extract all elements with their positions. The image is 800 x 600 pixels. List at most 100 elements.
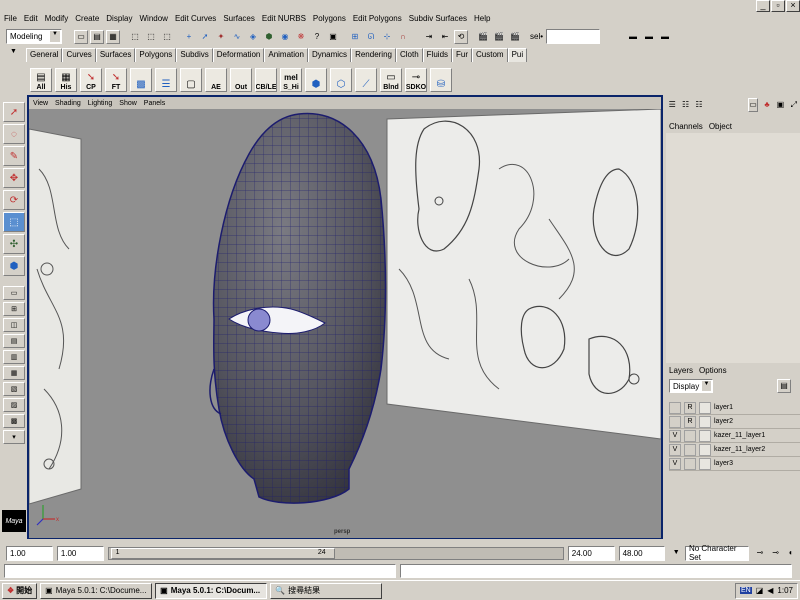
taskbar-item-maya-2[interactable]: ▣ Maya 5.0.1: C:\Docum... xyxy=(155,582,268,599)
rotate-tool-icon[interactable]: ⟳ xyxy=(3,190,25,210)
layer-visibility-toggle[interactable] xyxy=(669,415,681,428)
viewport-menu-item[interactable]: Lighting xyxy=(88,100,113,107)
menu-set-dropdown[interactable]: Modeling ▼ xyxy=(6,29,62,44)
shelf-button[interactable]: ⬢ xyxy=(305,68,327,92)
shelf-button[interactable]: ⟋ xyxy=(355,68,377,92)
layout-two-pane-icon[interactable]: ◫ xyxy=(3,318,25,332)
channel-box-layout-icon[interactable]: ☰ xyxy=(668,98,676,112)
deformer-mask-icon[interactable]: ⬢ xyxy=(262,30,276,44)
channel-box-menu-item[interactable]: Channels xyxy=(669,122,703,131)
select-tool-icon[interactable]: ➚ xyxy=(3,102,25,122)
new-scene-icon[interactable]: ▭ xyxy=(74,29,88,44)
layer-row[interactable]: Vkazer_11_layer2 xyxy=(669,443,800,457)
shelf-tab[interactable]: Fur xyxy=(452,48,473,62)
menu-item[interactable]: Edit xyxy=(24,14,38,23)
viewport-menu-item[interactable]: Panels xyxy=(144,100,165,107)
render-mask-icon[interactable]: ❋ xyxy=(294,30,308,44)
misc-mask-icon[interactable]: ? xyxy=(310,30,324,44)
tool-settings-toggle-icon[interactable]: ▬ xyxy=(642,30,656,44)
layer-row[interactable]: Vlayer3 xyxy=(669,457,800,471)
shelf-button[interactable]: ▩ xyxy=(130,68,152,92)
menu-item[interactable]: Window xyxy=(140,14,168,23)
last-tool-icon[interactable]: ⬢ xyxy=(3,256,25,276)
shelf-button[interactable]: ☰ xyxy=(155,68,177,92)
shelf-button[interactable]: ▤ All xyxy=(30,68,52,92)
layer-row[interactable]: Rlayer2 xyxy=(669,415,800,429)
menu-item[interactable]: Create xyxy=(75,14,99,23)
layout-graph-pane-icon[interactable]: ▥ xyxy=(3,350,25,364)
shelf-tab[interactable]: Cloth xyxy=(395,48,423,62)
range-end-field[interactable]: 24.00 xyxy=(567,545,615,561)
shelf-button[interactable]: ➘ CP xyxy=(80,68,102,92)
taskbar-item-search[interactable]: 🔍 搜尋結果 xyxy=(270,582,383,599)
pick-mask-arrow-icon[interactable]: ➚ xyxy=(198,30,212,44)
shelf-tab[interactable]: Deformation xyxy=(212,48,265,62)
language-indicator[interactable]: EN xyxy=(739,587,752,594)
shelf-button[interactable]: CB/LE xyxy=(255,68,277,92)
layer-color-swatch[interactable] xyxy=(699,401,711,414)
head-mesh[interactable] xyxy=(209,112,387,504)
auto-key-icon[interactable]: ⊸ xyxy=(769,546,783,560)
layout-hypershade-pane-icon[interactable]: ▦ xyxy=(3,366,25,380)
layer-row[interactable]: Vkazer_11_layer1 xyxy=(669,429,800,443)
layer-reference-toggle[interactable]: R xyxy=(684,415,696,428)
manipulator-tool-icon[interactable]: ✣ xyxy=(3,234,25,254)
snap-curve-icon[interactable]: ᘏ xyxy=(364,30,378,44)
volume-icon[interactable]: ◀ xyxy=(767,586,773,595)
shelf-menu-icon[interactable]: ▼ xyxy=(10,48,20,60)
history-in-icon[interactable]: ⇥ xyxy=(422,30,436,44)
channel-box-align-icon[interactable]: ☷ xyxy=(681,98,689,112)
shelf-button[interactable]: Out xyxy=(230,68,252,92)
layout-four-pane-icon[interactable]: ⊞ xyxy=(3,302,25,316)
layer-color-swatch[interactable] xyxy=(699,443,711,456)
pick-mask-plus-icon[interactable]: + xyxy=(182,30,196,44)
layer-visibility-toggle[interactable]: V xyxy=(669,443,681,456)
shelf-tab[interactable]: Dynamics xyxy=(307,48,352,62)
viewport-menu-item[interactable]: Shading xyxy=(55,100,81,107)
perspective-viewport[interactable]: View Shading Lighting Show Panels x pers… xyxy=(27,95,663,540)
shelf-button[interactable]: mel S_Hi xyxy=(280,68,302,92)
character-set-arrow-icon[interactable]: ▼ xyxy=(669,546,683,560)
menu-item[interactable]: Display xyxy=(106,14,132,23)
shelf-button[interactable]: ⛁ xyxy=(430,68,452,92)
range-slider[interactable]: 1 24 xyxy=(107,546,564,560)
menu-item[interactable]: Edit Curves xyxy=(175,14,216,23)
viewport-menu-item[interactable]: Show xyxy=(119,100,137,107)
menu-item[interactable]: Help xyxy=(474,14,490,23)
layout-outliner-pane-icon[interactable]: ▤ xyxy=(3,334,25,348)
shelf-button[interactable]: ⊸ SDKO xyxy=(405,68,427,92)
menu-item[interactable]: Edit NURBS xyxy=(262,14,306,23)
quick-select-field[interactable] xyxy=(546,29,601,44)
shelf-tab[interactable]: Polygons xyxy=(135,48,177,62)
range-start-field[interactable]: 1.00 xyxy=(56,545,104,561)
shelf-button[interactable]: ▦ His xyxy=(55,68,77,92)
layer-row[interactable]: Rlayer1 xyxy=(669,401,800,415)
layout-extra-pane-icon[interactable]: ▩ xyxy=(3,414,25,428)
shelf-tab[interactable]: Custom xyxy=(472,48,508,62)
create-layer-icon[interactable]: ▤ xyxy=(777,379,791,393)
shelf-button[interactable]: AE xyxy=(205,68,227,92)
menu-item[interactable]: Surfaces xyxy=(223,14,255,23)
save-scene-icon[interactable]: ▦ xyxy=(106,29,120,44)
layer-visibility-toggle[interactable]: V xyxy=(669,457,681,470)
surface-mask-icon[interactable]: ◈ xyxy=(246,30,260,44)
shelf-button[interactable]: ▢ xyxy=(180,68,202,92)
end-time-field[interactable]: 48.00 xyxy=(618,545,666,561)
channel-box-toggle-icon[interactable]: ▬ xyxy=(658,30,672,44)
paint-select-tool-icon[interactable]: ✎ xyxy=(3,146,25,166)
select-object-icon[interactable]: ⬚ xyxy=(144,30,158,44)
taskbar-item-maya-1[interactable]: ▣ Maya 5.0.1: C:\Docume... xyxy=(40,582,153,599)
shelf-button[interactable]: ➘ FT xyxy=(105,68,127,92)
layer-visibility-toggle[interactable]: V xyxy=(669,429,681,442)
tray-app-icon[interactable]: ◪ xyxy=(756,586,764,595)
lasso-tool-icon[interactable]: ◌ xyxy=(3,124,25,144)
layout-menu-arrow-icon[interactable]: ▾ xyxy=(3,430,25,444)
channel-box-tabs-icon[interactable]: ▭ xyxy=(748,98,758,112)
layer-menu-item[interactable]: Options xyxy=(699,366,727,375)
snap-magnet-icon[interactable]: ∩ xyxy=(396,30,410,44)
layer-display-dropdown[interactable]: Display ▼ xyxy=(669,379,713,393)
character-set-field[interactable]: No Character Set xyxy=(684,544,750,562)
layer-color-swatch[interactable] xyxy=(699,429,711,442)
layer-color-swatch[interactable] xyxy=(699,415,711,428)
viewport-canvas[interactable]: x xyxy=(29,109,661,538)
